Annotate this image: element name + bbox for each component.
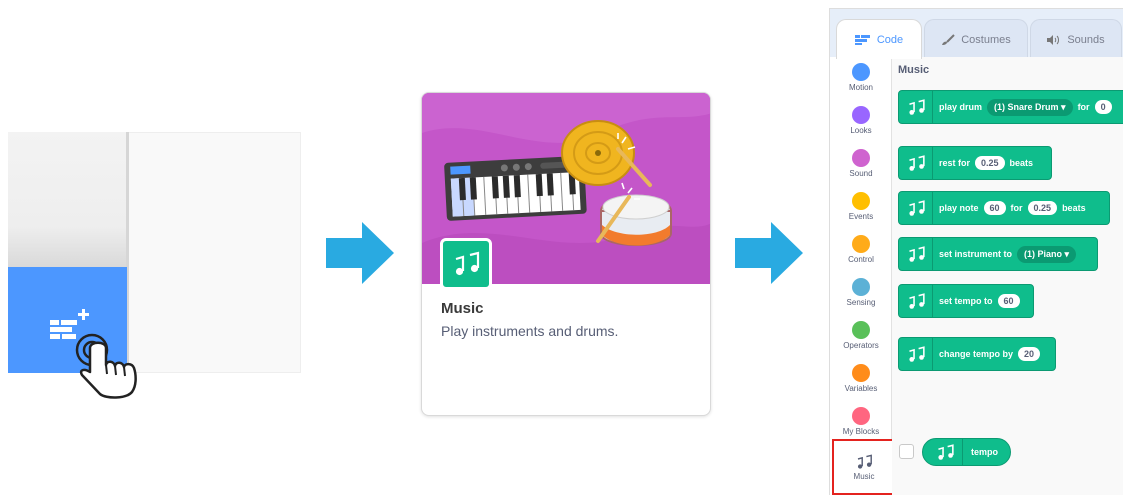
category-sensing[interactable]: Sensing [830, 275, 892, 318]
category-music[interactable]: Music [832, 439, 896, 495]
tab-sounds[interactable]: Sounds [1030, 19, 1122, 59]
category-dot [852, 407, 870, 425]
category-variables[interactable]: Variables [830, 361, 892, 404]
note-input[interactable]: 60 [983, 201, 1006, 215]
music-notes-icon [899, 338, 933, 370]
music-notes-icon [899, 238, 933, 270]
block-text: for [1010, 203, 1023, 213]
category-dot [852, 321, 870, 339]
category-label: Variables [844, 384, 878, 393]
category-label: Music [853, 471, 875, 481]
code-icon [854, 34, 871, 45]
tempo-reporter-block[interactable]: tempo [922, 438, 1011, 466]
set-tempo-block[interactable]: set tempo to 60 [898, 284, 1034, 318]
category-control[interactable]: Control [830, 232, 892, 275]
palette-section-title: Music [898, 64, 930, 76]
block-text: beats [1062, 203, 1086, 213]
block-text: tempo [971, 447, 998, 457]
category-dot [852, 235, 870, 253]
category-dot [852, 106, 870, 124]
tab-code[interactable]: Code [836, 19, 922, 59]
tempo-monitor-checkbox[interactable] [899, 444, 914, 459]
category-menu: Motion Looks Sound Events Control Sensin… [830, 57, 896, 495]
block-text: rest for [939, 158, 971, 168]
category-label: Events [848, 212, 874, 221]
block-text: set tempo to [939, 296, 993, 306]
category-label: Sensing [846, 298, 876, 307]
music-notes-icon [455, 251, 480, 276]
block-text: beats [1009, 158, 1034, 168]
music-extension-card[interactable]: Music Play instruments and drums. [421, 92, 711, 416]
block-text: change tempo by [939, 349, 1014, 359]
tutorial-steps: Music Play instruments and drums. Code C… [0, 0, 1123, 495]
block-text: for [1077, 102, 1090, 112]
category-label: Motion [848, 83, 873, 92]
music-extension-icon [440, 238, 492, 290]
play-note-block[interactable]: play note 60 for 0.25 beats [898, 191, 1110, 225]
card-title: Music [441, 300, 484, 317]
block-text: set instrument to [939, 249, 1013, 259]
speaker-icon [1047, 34, 1061, 45]
block-text: play note [939, 203, 979, 213]
category-motion[interactable]: Motion [830, 60, 892, 103]
category-column [8, 132, 128, 267]
beats-input[interactable]: 0 [1094, 100, 1112, 114]
category-events[interactable]: Events [830, 189, 892, 232]
change-tempo-block[interactable]: change tempo by 20 [898, 337, 1056, 371]
music-notes-icon [927, 439, 963, 465]
tempo-input[interactable]: 60 [997, 294, 1020, 308]
category-label: Sound [849, 169, 873, 178]
category-label: Control [848, 255, 874, 264]
scratch-editor-panel: Code Costumes Sounds Motion Looks Sound … [829, 8, 1123, 495]
music-notes-icon [899, 285, 933, 317]
tab-costumes[interactable]: Costumes [924, 19, 1028, 59]
category-dot [852, 192, 870, 210]
category-looks[interactable]: Looks [830, 103, 892, 146]
pointer-hand-icon [75, 333, 137, 399]
play-drum-block[interactable]: play drum (1) Snare Drum ▾ for 0 [898, 90, 1123, 124]
tempo-change-input[interactable]: 20 [1018, 347, 1041, 361]
set-instrument-block[interactable]: set instrument to (1) Piano ▾ [898, 237, 1098, 271]
instrument-dropdown[interactable]: (1) Piano ▾ [1017, 245, 1077, 263]
category-dot [852, 63, 870, 81]
beats-input[interactable]: 0.25 [1027, 201, 1058, 215]
category-label: My Blocks [842, 427, 880, 436]
editor-tab-bar: Code Costumes Sounds [830, 9, 1123, 59]
category-dot [852, 278, 870, 296]
tab-code-label: Code [876, 33, 904, 46]
music-notes-icon [857, 453, 872, 469]
music-notes-icon [899, 91, 933, 123]
card-description: Play instruments and drums. [441, 323, 619, 339]
category-operators[interactable]: Operators [830, 318, 892, 361]
rest-block[interactable]: rest for 0.25 beats [898, 146, 1052, 180]
beats-input[interactable]: 0.25 [975, 156, 1005, 170]
tab-sounds-label: Sounds [1067, 33, 1105, 46]
arrow-right-icon [326, 222, 394, 284]
block-text: play drum [939, 102, 983, 112]
category-label: Operators [843, 341, 879, 350]
arrow-right-icon [735, 222, 803, 284]
music-notes-icon [899, 192, 933, 224]
category-sound[interactable]: Sound [830, 146, 892, 189]
drum-dropdown[interactable]: (1) Snare Drum ▾ [987, 98, 1073, 116]
music-notes-icon [899, 147, 933, 179]
editor-corner-crop [8, 132, 301, 399]
brush-icon [941, 33, 955, 46]
category-dot [852, 149, 870, 167]
category-dot [852, 364, 870, 382]
category-label: Looks [850, 126, 872, 135]
tab-costumes-label: Costumes [961, 33, 1011, 46]
block-palette: Music play drum (1) Snare Drum ▾ for 0 r… [892, 57, 1123, 495]
